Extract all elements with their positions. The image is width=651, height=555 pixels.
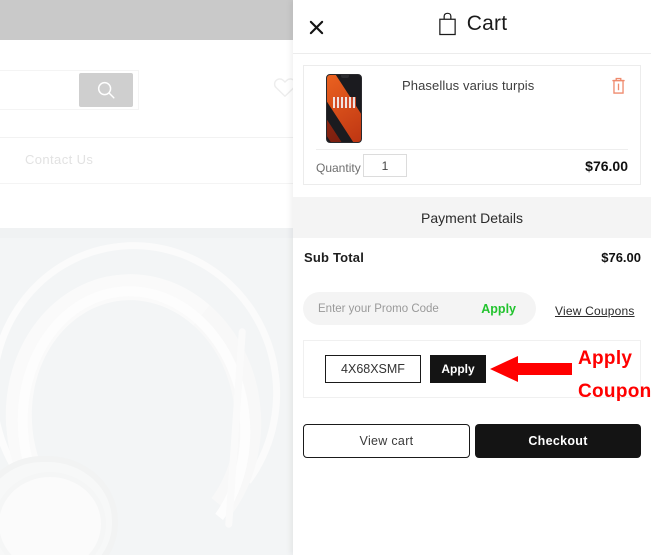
payment-details-header: Payment Details: [293, 197, 651, 238]
promo-apply-link[interactable]: Apply: [481, 302, 516, 316]
annotation-line-1: Apply: [578, 348, 633, 369]
view-cart-button[interactable]: View cart: [303, 424, 470, 458]
hero-headphones-image: [0, 228, 293, 555]
background-divider-2: [0, 183, 293, 184]
background-contact-link[interactable]: Contact Us: [25, 152, 93, 167]
coupon-apply-box: Apply Apply Coupon: [303, 340, 651, 402]
thumbnail-notch: [341, 75, 349, 78]
drawer-header: Cart: [293, 0, 651, 54]
payment-details-title: Payment Details: [421, 209, 523, 226]
checkout-button[interactable]: Checkout: [475, 424, 641, 458]
promo-code-input[interactable]: [318, 302, 458, 315]
heart-icon[interactable]: [272, 74, 293, 100]
left-arrow-annotation-icon: [490, 355, 572, 388]
cart-drawer-screen: Contact Us Cart Phasellus varius turpis …: [0, 0, 651, 555]
annotation-line-2: Coupon: [578, 381, 651, 402]
promo-code-field[interactable]: Apply: [303, 292, 536, 325]
shopping-bag-icon: [437, 12, 458, 36]
view-coupons-link[interactable]: View Coupons: [555, 304, 635, 318]
cart-item-price: $76.00: [585, 158, 628, 174]
cart-item-name[interactable]: Phasellus varius turpis: [402, 78, 534, 93]
coupon-apply-button[interactable]: Apply: [430, 355, 486, 383]
background-page: Contact Us: [0, 0, 293, 555]
quantity-input[interactable]: [363, 154, 407, 177]
card-separator: [316, 149, 628, 150]
cart-drawer: Cart Phasellus varius turpis Quantity 1 …: [293, 0, 651, 555]
search-icon[interactable]: [79, 73, 133, 107]
background-divider-1: [0, 137, 293, 138]
hero-top-band: [0, 228, 293, 238]
subtotal-value: $76.00: [601, 250, 641, 265]
coupon-code-input[interactable]: [325, 355, 421, 383]
cart-title-group: Cart: [293, 12, 651, 36]
subtotal-label: Sub Total: [304, 250, 365, 265]
product-thumbnail[interactable]: [326, 74, 362, 143]
quantity-label: Quantity: [316, 161, 361, 175]
thumbnail-screen-text: [333, 97, 356, 108]
cart-item-card: Phasellus varius turpis Quantity $76.00: [303, 65, 641, 185]
trash-icon[interactable]: [610, 76, 628, 96]
background-top-bar: [0, 0, 293, 40]
page-title: Cart: [466, 12, 508, 35]
